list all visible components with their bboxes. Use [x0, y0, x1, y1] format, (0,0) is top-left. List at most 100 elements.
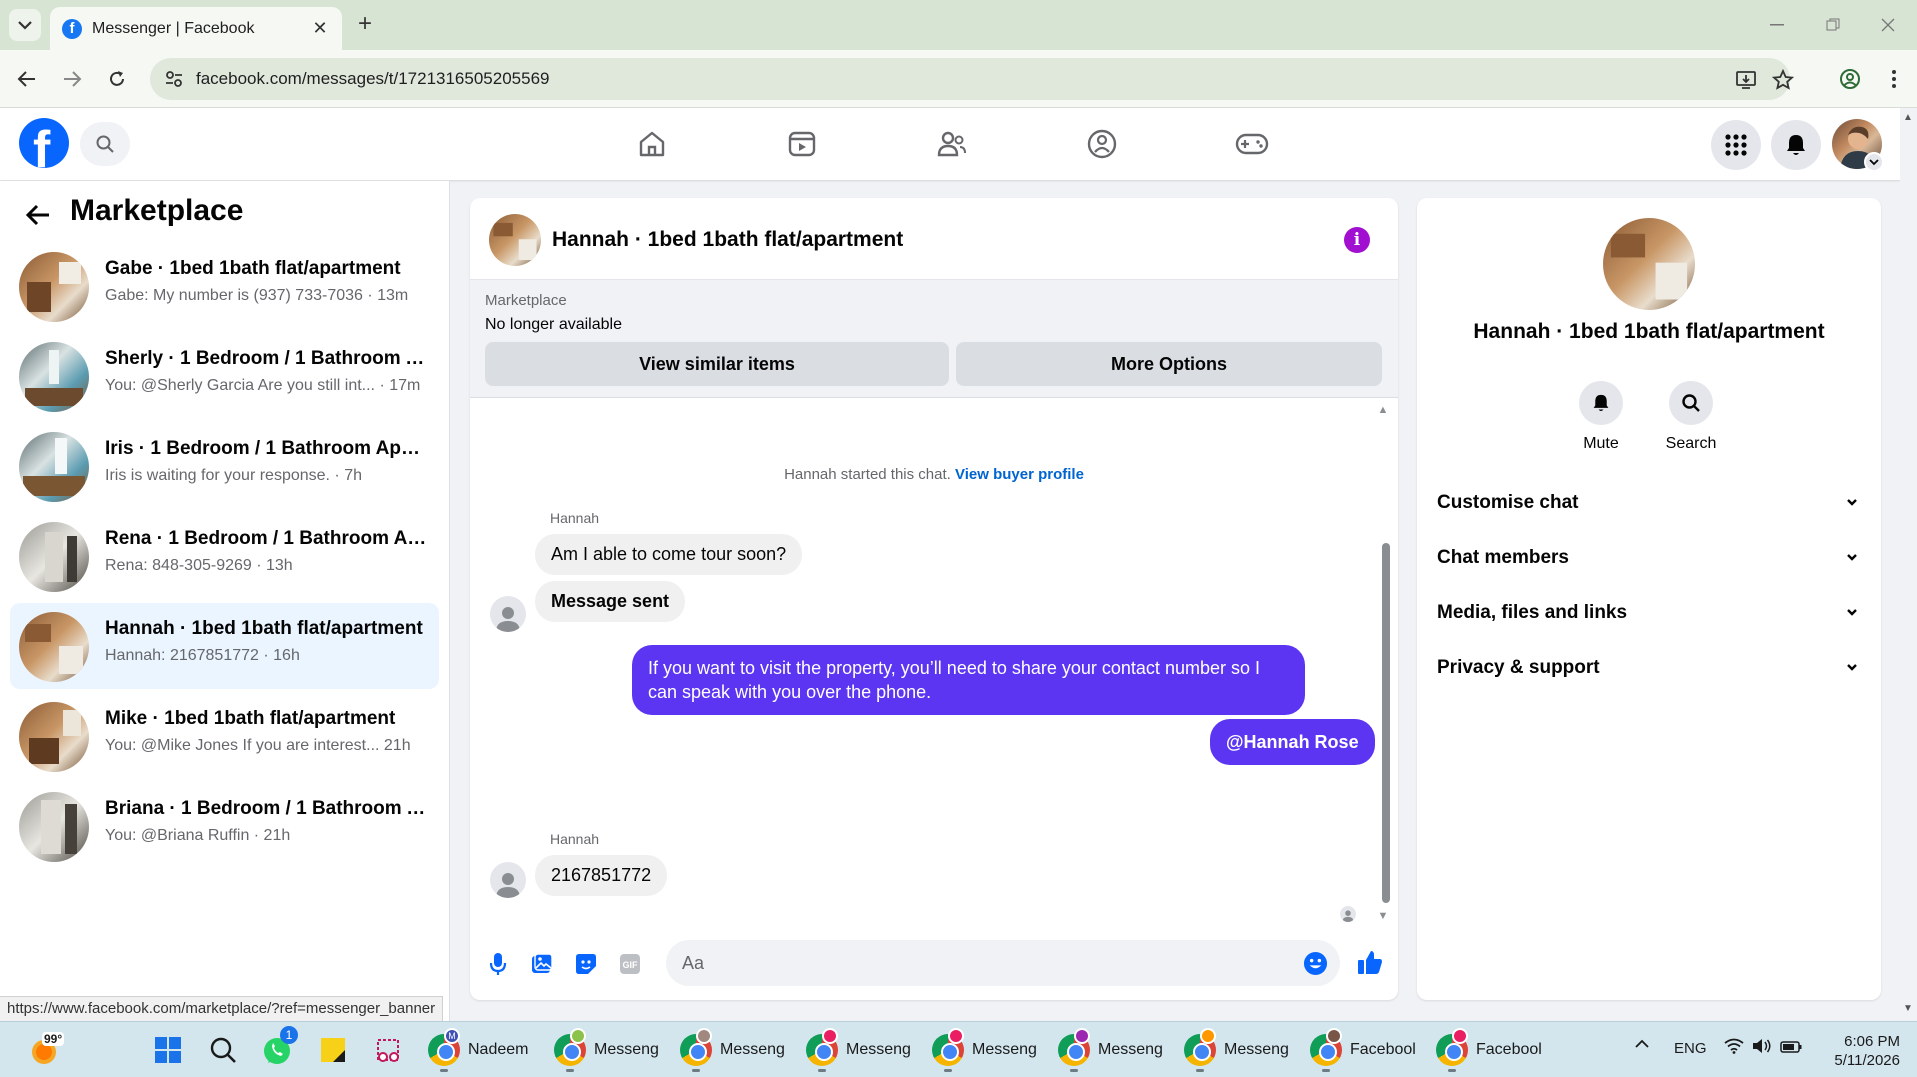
profile-button[interactable] — [1834, 63, 1866, 95]
chat-scrollbar-thumb[interactable] — [1382, 543, 1390, 903]
scroll-down-arrow[interactable]: ▼ — [1903, 1003, 1913, 1014]
search-in-conversation-button[interactable]: Search — [1646, 381, 1736, 453]
taskbar-app-chrome-messenger[interactable]: Messeng — [1058, 1028, 1163, 1072]
taskbar-app-chrome-messenger[interactable]: Messeng — [554, 1028, 659, 1072]
attach-photo-button[interactable] — [528, 950, 556, 978]
taskbar-app-chrome-facebook[interactable]: Facebool — [1436, 1028, 1542, 1072]
wifi-status[interactable] — [1724, 1038, 1744, 1058]
scroll-up-arrow[interactable]: ▲ — [1376, 404, 1390, 416]
more-options-button[interactable]: More Options — [956, 342, 1382, 386]
taskbar-app-chrome-facebook[interactable]: Facebool — [1310, 1028, 1416, 1072]
notifications-button[interactable] — [1771, 120, 1821, 170]
new-tab-button[interactable]: + — [352, 12, 378, 38]
conversation-name: Mike · 1bed 1bath flat/apartment — [105, 708, 396, 729]
outgoing-message[interactable]: @Hannah Rose — [1210, 719, 1375, 765]
info-icon: i — [1353, 230, 1361, 250]
taskbar-app-chrome-messenger[interactable]: Messeng — [1184, 1028, 1289, 1072]
taskbar-app-chrome-messenger[interactable]: Messeng — [806, 1028, 911, 1072]
conversation-item[interactable]: Briana · 1 Bedroom / 1 Bathroom A... You… — [10, 783, 439, 869]
conversation-item[interactable]: Mike · 1bed 1bath flat/apartment You: @M… — [10, 693, 439, 779]
nav-gaming[interactable] — [1232, 124, 1272, 164]
account-menu-chevron[interactable] — [1864, 152, 1884, 172]
customise-chat-section[interactable]: Customise chat — [1437, 482, 1862, 522]
menu-grid-button[interactable] — [1711, 120, 1761, 170]
browser-tab-bar: f Messenger | Facebook ✕ + — [0, 0, 1917, 50]
start-button[interactable] — [152, 1034, 184, 1066]
incoming-message[interactable]: Am I able to come tour soon? — [535, 534, 803, 575]
sender-avatar[interactable] — [490, 596, 526, 632]
sender-name: Hannah — [550, 510, 600, 526]
message-input[interactable]: Aa — [666, 940, 1340, 986]
incoming-message[interactable]: Message sent — [535, 581, 686, 622]
nav-home[interactable] — [632, 124, 672, 164]
svg-text:GIF: GIF — [623, 960, 639, 970]
back-button[interactable] — [11, 63, 43, 95]
install-app-icon[interactable] — [1735, 69, 1757, 91]
send-like-button[interactable] — [1356, 948, 1384, 976]
volume-control[interactable] — [1752, 1038, 1772, 1058]
site-settings-icon[interactable] — [164, 69, 184, 89]
address-bar[interactable]: facebook.com/messages/t/1721316505205569 — [150, 58, 1794, 100]
bell-icon — [1787, 135, 1805, 155]
more-vertical-icon — [1892, 70, 1896, 88]
listing-thumbnail — [19, 522, 89, 592]
system-clock[interactable]: 6:06 PM 5/11/2026 — [1815, 1032, 1900, 1070]
microphone-icon — [489, 953, 507, 975]
back-button[interactable] — [20, 197, 56, 233]
browser-tab[interactable]: f Messenger | Facebook ✕ — [50, 7, 342, 50]
emoji-icon[interactable] — [1303, 951, 1328, 976]
browser-menu-button[interactable] — [1878, 63, 1910, 95]
taskbar-app-label: Nadeem — [468, 1041, 529, 1058]
show-hidden-icons-button[interactable] — [1634, 1036, 1650, 1053]
tab-search-button[interactable] — [9, 9, 41, 41]
sticker-button[interactable] — [572, 950, 600, 978]
taskbar-app-chrome-messenger[interactable]: Messeng — [932, 1028, 1037, 1072]
gif-button[interactable]: GIF — [616, 950, 644, 978]
conversation-item[interactable]: Iris · 1 Bedroom / 1 Bathroom Apar... Ir… — [10, 423, 439, 509]
chevron-down-icon — [18, 21, 32, 30]
mute-button[interactable]: Mute — [1556, 381, 1646, 453]
facebook-search-button[interactable] — [80, 122, 130, 166]
taskbar-app-chrome-nadeem[interactable]: M Nadeem — [428, 1028, 528, 1072]
facebook-logo-icon[interactable]: f — [19, 118, 69, 168]
chat-title[interactable]: Hannah · 1bed 1bath flat/apartment — [552, 228, 903, 252]
view-similar-items-button[interactable]: View similar items — [485, 342, 949, 386]
view-buyer-profile-link[interactable]: View buyer profile — [955, 466, 1084, 483]
taskbar-search-button[interactable] — [207, 1034, 239, 1066]
sticky-notes-taskbar-icon[interactable] — [317, 1034, 349, 1066]
sender-avatar[interactable] — [490, 862, 526, 898]
details-title: Hannah · 1bed 1bath flat/apartment — [1473, 320, 1825, 343]
conversation-info-button[interactable]: i — [1344, 227, 1370, 253]
listing-photo[interactable] — [1603, 218, 1695, 310]
scroll-down-arrow[interactable]: ▼ — [1376, 910, 1390, 922]
bookmark-star-icon[interactable] — [1772, 69, 1794, 91]
tab-close-icon[interactable]: ✕ — [310, 18, 330, 39]
incoming-message[interactable]: 2167851772 — [535, 855, 668, 896]
voice-clip-button[interactable] — [484, 950, 512, 978]
conversation-item[interactable]: Gabe · 1bed 1bath flat/apartment Gabe: M… — [10, 243, 439, 329]
weather-widget[interactable]: 99° — [26, 1030, 66, 1070]
restore-button[interactable] — [1818, 12, 1848, 38]
page-scrollbar[interactable]: ▲ ▼ — [1900, 108, 1917, 1021]
media-files-links-section[interactable]: Media, files and links — [1437, 592, 1862, 632]
privacy-support-section[interactable]: Privacy & support — [1437, 647, 1862, 687]
chat-members-section[interactable]: Chat members — [1437, 537, 1862, 577]
battery-status[interactable] — [1780, 1040, 1802, 1057]
language-indicator[interactable]: ENG — [1674, 1040, 1707, 1057]
forward-button[interactable] — [56, 63, 88, 95]
taskbar-app-chrome-messenger[interactable]: Messeng — [680, 1028, 785, 1072]
listing-thumbnail[interactable] — [489, 214, 541, 266]
minimize-button[interactable] — [1762, 12, 1792, 38]
close-window-button[interactable] — [1873, 12, 1903, 38]
whatsapp-taskbar-icon[interactable]: 1 — [262, 1026, 298, 1066]
nav-friends[interactable] — [932, 124, 972, 164]
conversation-item[interactable]: Sherly · 1 Bedroom / 1 Bathroom A... You… — [10, 333, 439, 419]
nav-groups[interactable] — [1082, 124, 1122, 164]
scroll-up-arrow[interactable]: ▲ — [1903, 112, 1913, 123]
reload-button[interactable] — [101, 63, 133, 95]
outgoing-message[interactable]: If you want to visit the property, you’l… — [632, 645, 1305, 715]
conversation-item-active[interactable]: Hannah · 1bed 1bath flat/apartment Hanna… — [10, 603, 439, 689]
nav-video[interactable] — [782, 124, 822, 164]
snipping-tool-taskbar-icon[interactable] — [372, 1034, 404, 1066]
conversation-item[interactable]: Rena · 1 Bedroom / 1 Bathroom Ap... Rena… — [10, 513, 439, 599]
